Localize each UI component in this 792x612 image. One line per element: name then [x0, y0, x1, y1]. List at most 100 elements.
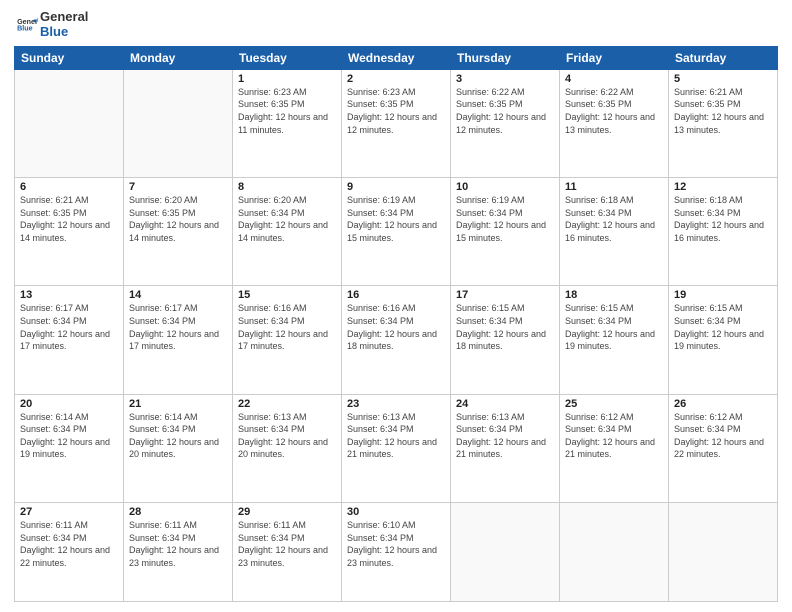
day-info: Sunrise: 6:21 AMSunset: 6:35 PMDaylight:… — [674, 86, 772, 136]
day-info: Sunrise: 6:12 AMSunset: 6:34 PMDaylight:… — [674, 411, 772, 461]
day-info: Sunrise: 6:20 AMSunset: 6:35 PMDaylight:… — [129, 194, 227, 244]
header-wednesday: Wednesday — [342, 46, 451, 69]
day-number: 17 — [456, 289, 554, 301]
calendar-cell: 30Sunrise: 6:10 AMSunset: 6:34 PMDayligh… — [342, 502, 451, 601]
day-number: 23 — [347, 398, 445, 410]
calendar-cell: 22Sunrise: 6:13 AMSunset: 6:34 PMDayligh… — [233, 394, 342, 502]
day-info: Sunrise: 6:23 AMSunset: 6:35 PMDaylight:… — [238, 86, 336, 136]
calendar-cell: 8Sunrise: 6:20 AMSunset: 6:34 PMDaylight… — [233, 178, 342, 286]
calendar-week-row: 1Sunrise: 6:23 AMSunset: 6:35 PMDaylight… — [15, 69, 778, 177]
calendar-cell: 27Sunrise: 6:11 AMSunset: 6:34 PMDayligh… — [15, 502, 124, 601]
logo-icon: General Blue — [16, 14, 38, 36]
calendar-cell: 14Sunrise: 6:17 AMSunset: 6:34 PMDayligh… — [124, 286, 233, 394]
day-info: Sunrise: 6:17 AMSunset: 6:34 PMDaylight:… — [20, 302, 118, 352]
calendar-cell: 12Sunrise: 6:18 AMSunset: 6:34 PMDayligh… — [669, 178, 778, 286]
day-info: Sunrise: 6:15 AMSunset: 6:34 PMDaylight:… — [456, 302, 554, 352]
day-info: Sunrise: 6:22 AMSunset: 6:35 PMDaylight:… — [565, 86, 663, 136]
day-info: Sunrise: 6:17 AMSunset: 6:34 PMDaylight:… — [129, 302, 227, 352]
day-number: 20 — [20, 398, 118, 410]
day-number: 2 — [347, 73, 445, 85]
logo-general-text: General — [40, 10, 88, 25]
day-info: Sunrise: 6:19 AMSunset: 6:34 PMDaylight:… — [456, 194, 554, 244]
day-number: 19 — [674, 289, 772, 301]
day-number: 6 — [20, 181, 118, 193]
calendar-cell: 6Sunrise: 6:21 AMSunset: 6:35 PMDaylight… — [15, 178, 124, 286]
weekday-header-row: Sunday Monday Tuesday Wednesday Thursday… — [15, 46, 778, 69]
calendar-week-row: 20Sunrise: 6:14 AMSunset: 6:34 PMDayligh… — [15, 394, 778, 502]
header-tuesday: Tuesday — [233, 46, 342, 69]
calendar-cell — [15, 69, 124, 177]
calendar-cell — [124, 69, 233, 177]
logo: General Blue General Blue — [14, 10, 88, 40]
day-number: 24 — [456, 398, 554, 410]
day-number: 12 — [674, 181, 772, 193]
day-info: Sunrise: 6:11 AMSunset: 6:34 PMDaylight:… — [20, 519, 118, 569]
day-info: Sunrise: 6:16 AMSunset: 6:34 PMDaylight:… — [238, 302, 336, 352]
day-number: 28 — [129, 506, 227, 518]
day-info: Sunrise: 6:18 AMSunset: 6:34 PMDaylight:… — [565, 194, 663, 244]
day-info: Sunrise: 6:19 AMSunset: 6:34 PMDaylight:… — [347, 194, 445, 244]
day-number: 7 — [129, 181, 227, 193]
calendar-week-row: 13Sunrise: 6:17 AMSunset: 6:34 PMDayligh… — [15, 286, 778, 394]
day-number: 16 — [347, 289, 445, 301]
day-info: Sunrise: 6:11 AMSunset: 6:34 PMDaylight:… — [129, 519, 227, 569]
calendar-cell: 24Sunrise: 6:13 AMSunset: 6:34 PMDayligh… — [451, 394, 560, 502]
calendar-cell: 19Sunrise: 6:15 AMSunset: 6:34 PMDayligh… — [669, 286, 778, 394]
calendar-cell: 5Sunrise: 6:21 AMSunset: 6:35 PMDaylight… — [669, 69, 778, 177]
calendar-cell: 15Sunrise: 6:16 AMSunset: 6:34 PMDayligh… — [233, 286, 342, 394]
day-number: 13 — [20, 289, 118, 301]
day-number: 22 — [238, 398, 336, 410]
day-info: Sunrise: 6:15 AMSunset: 6:34 PMDaylight:… — [674, 302, 772, 352]
page-header: General Blue General Blue — [14, 10, 778, 40]
day-number: 14 — [129, 289, 227, 301]
day-info: Sunrise: 6:14 AMSunset: 6:34 PMDaylight:… — [129, 411, 227, 461]
day-number: 26 — [674, 398, 772, 410]
day-info: Sunrise: 6:14 AMSunset: 6:34 PMDaylight:… — [20, 411, 118, 461]
calendar-cell: 17Sunrise: 6:15 AMSunset: 6:34 PMDayligh… — [451, 286, 560, 394]
day-info: Sunrise: 6:22 AMSunset: 6:35 PMDaylight:… — [456, 86, 554, 136]
day-info: Sunrise: 6:13 AMSunset: 6:34 PMDaylight:… — [456, 411, 554, 461]
calendar-cell: 26Sunrise: 6:12 AMSunset: 6:34 PMDayligh… — [669, 394, 778, 502]
day-number: 29 — [238, 506, 336, 518]
header-friday: Friday — [560, 46, 669, 69]
day-info: Sunrise: 6:20 AMSunset: 6:34 PMDaylight:… — [238, 194, 336, 244]
header-saturday: Saturday — [669, 46, 778, 69]
calendar-week-row: 6Sunrise: 6:21 AMSunset: 6:35 PMDaylight… — [15, 178, 778, 286]
calendar-week-row: 27Sunrise: 6:11 AMSunset: 6:34 PMDayligh… — [15, 502, 778, 601]
calendar-cell: 4Sunrise: 6:22 AMSunset: 6:35 PMDaylight… — [560, 69, 669, 177]
day-info: Sunrise: 6:16 AMSunset: 6:34 PMDaylight:… — [347, 302, 445, 352]
day-info: Sunrise: 6:10 AMSunset: 6:34 PMDaylight:… — [347, 519, 445, 569]
day-info: Sunrise: 6:11 AMSunset: 6:34 PMDaylight:… — [238, 519, 336, 569]
header-thursday: Thursday — [451, 46, 560, 69]
calendar-cell: 16Sunrise: 6:16 AMSunset: 6:34 PMDayligh… — [342, 286, 451, 394]
day-info: Sunrise: 6:13 AMSunset: 6:34 PMDaylight:… — [238, 411, 336, 461]
day-number: 18 — [565, 289, 663, 301]
calendar-cell: 3Sunrise: 6:22 AMSunset: 6:35 PMDaylight… — [451, 69, 560, 177]
day-info: Sunrise: 6:13 AMSunset: 6:34 PMDaylight:… — [347, 411, 445, 461]
svg-text:Blue: Blue — [17, 24, 33, 32]
day-number: 11 — [565, 181, 663, 193]
header-monday: Monday — [124, 46, 233, 69]
calendar-table: Sunday Monday Tuesday Wednesday Thursday… — [14, 46, 778, 602]
day-number: 30 — [347, 506, 445, 518]
calendar-cell: 11Sunrise: 6:18 AMSunset: 6:34 PMDayligh… — [560, 178, 669, 286]
calendar-cell: 9Sunrise: 6:19 AMSunset: 6:34 PMDaylight… — [342, 178, 451, 286]
day-info: Sunrise: 6:12 AMSunset: 6:34 PMDaylight:… — [565, 411, 663, 461]
calendar-cell: 28Sunrise: 6:11 AMSunset: 6:34 PMDayligh… — [124, 502, 233, 601]
day-number: 4 — [565, 73, 663, 85]
calendar-cell: 20Sunrise: 6:14 AMSunset: 6:34 PMDayligh… — [15, 394, 124, 502]
logo-blue-text: Blue — [40, 25, 88, 40]
calendar-cell — [451, 502, 560, 601]
calendar-cell — [560, 502, 669, 601]
day-number: 10 — [456, 181, 554, 193]
day-info: Sunrise: 6:21 AMSunset: 6:35 PMDaylight:… — [20, 194, 118, 244]
day-number: 27 — [20, 506, 118, 518]
calendar-cell: 23Sunrise: 6:13 AMSunset: 6:34 PMDayligh… — [342, 394, 451, 502]
day-number: 1 — [238, 73, 336, 85]
calendar-cell: 21Sunrise: 6:14 AMSunset: 6:34 PMDayligh… — [124, 394, 233, 502]
day-number: 3 — [456, 73, 554, 85]
day-number: 21 — [129, 398, 227, 410]
calendar-cell: 25Sunrise: 6:12 AMSunset: 6:34 PMDayligh… — [560, 394, 669, 502]
calendar-cell: 13Sunrise: 6:17 AMSunset: 6:34 PMDayligh… — [15, 286, 124, 394]
day-info: Sunrise: 6:15 AMSunset: 6:34 PMDaylight:… — [565, 302, 663, 352]
